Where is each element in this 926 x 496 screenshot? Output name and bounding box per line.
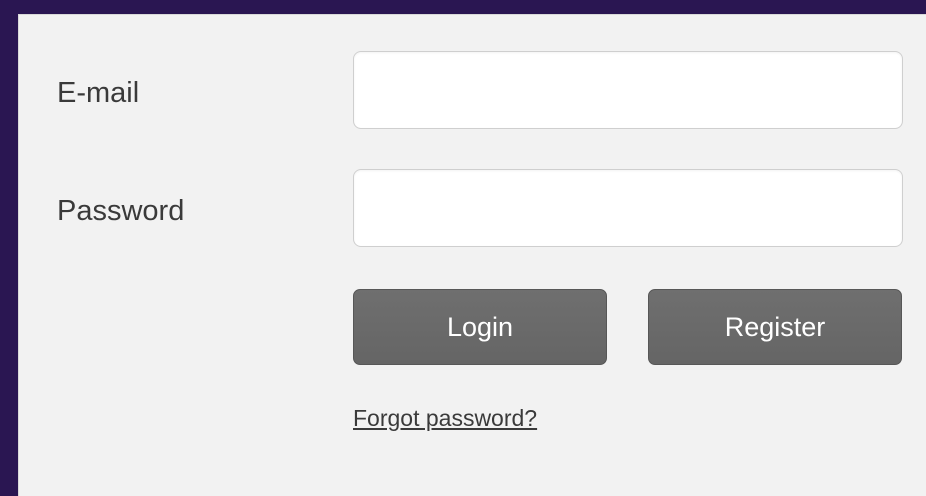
register-button[interactable]: Register <box>648 289 902 365</box>
forgot-password-link[interactable]: Forgot password? <box>353 405 537 432</box>
email-field[interactable] <box>353 51 903 129</box>
password-field[interactable] <box>353 169 903 247</box>
login-button[interactable]: Login <box>353 289 607 365</box>
email-label: E-mail <box>57 77 140 109</box>
login-panel: E-mail Password Login Register Forgot pa… <box>18 14 926 496</box>
password-label: Password <box>57 195 185 227</box>
